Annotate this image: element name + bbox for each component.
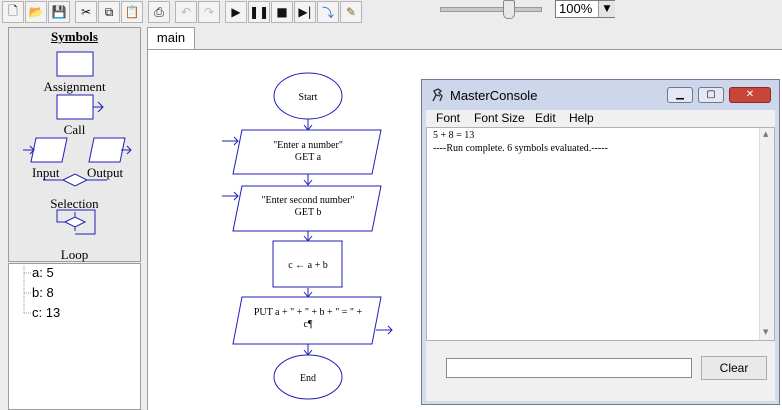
end-label: End bbox=[300, 373, 316, 384]
flow-arrow bbox=[303, 231, 313, 242]
pause-button[interactable]: ❚❚ bbox=[248, 1, 270, 23]
output-symbol[interactable] bbox=[88, 137, 126, 163]
loop-label: Loop bbox=[60, 247, 89, 262]
pen-icon: ✎ bbox=[345, 5, 357, 19]
pen-button[interactable]: ✎ bbox=[340, 1, 362, 23]
raptor-logo-icon bbox=[432, 88, 443, 102]
loop-symbol[interactable] bbox=[63, 216, 87, 228]
save-icon: 💾 bbox=[51, 5, 67, 19]
console-output[interactable]: 5 + 8 = 13 ----Run complete. 6 symbols e… bbox=[426, 127, 775, 341]
tab-main[interactable]: main bbox=[147, 27, 195, 49]
flow-arrow bbox=[303, 119, 313, 131]
variable-item[interactable]: b: 8 bbox=[32, 285, 54, 300]
chevron-down-icon[interactable]: ▼ bbox=[598, 1, 615, 17]
step-icon: ▶| bbox=[298, 5, 312, 19]
variable-item[interactable]: c: 13 bbox=[32, 305, 60, 320]
symbols-panel: Symbols Assignment Call Input Output Sel… bbox=[8, 27, 141, 262]
assignment-label: Assignment bbox=[43, 79, 106, 94]
redo-icon: ↷ bbox=[203, 5, 215, 19]
flow-arrow bbox=[303, 344, 313, 356]
input-arrow-icon bbox=[222, 191, 239, 201]
input-symbol[interactable] bbox=[30, 137, 68, 163]
redo-button[interactable]: ↷ bbox=[198, 1, 220, 23]
input-arrow-icon bbox=[23, 145, 35, 155]
scroll-down-icon[interactable]: ▼ bbox=[763, 328, 768, 336]
speed-slider-thumb[interactable] bbox=[502, 0, 515, 19]
menu-edit[interactable]: Edit bbox=[535, 111, 556, 125]
variable-item[interactable]: a: 5 bbox=[32, 265, 54, 280]
save-button[interactable]: 💾 bbox=[48, 1, 70, 23]
console-menubar: Font Font Size Edit Help bbox=[426, 110, 775, 127]
call-label: Call bbox=[63, 122, 86, 137]
symbol-shapes bbox=[23, 51, 132, 235]
copy-button[interactable]: ⧉ bbox=[98, 1, 120, 23]
close-button[interactable]: ✕ bbox=[729, 87, 771, 103]
toolbar: 🗋 📂 💾 ✂ ⧉ 📋 ⎙ ↶ ↷ ▶ ❚❚ ■ ▶| ⤵ ✎ 100% ▼ bbox=[0, 0, 782, 25]
assignment-symbol[interactable] bbox=[56, 51, 94, 77]
step-into-icon: ⤵ bbox=[321, 5, 334, 20]
input-b-var: GET b bbox=[295, 207, 322, 218]
console-title: MasterConsole bbox=[450, 88, 538, 103]
stop-button[interactable]: ■ bbox=[271, 1, 293, 23]
input-a-prompt: "Enter a number" bbox=[273, 140, 343, 151]
paste-button[interactable]: 📋 bbox=[121, 1, 143, 23]
undo-icon: ↶ bbox=[180, 5, 192, 19]
paste-icon: 📋 bbox=[124, 5, 140, 19]
menu-font-size[interactable]: Font Size bbox=[474, 111, 525, 125]
assignment-text: c ← a + b bbox=[288, 260, 328, 271]
call-arrow-icon bbox=[93, 101, 104, 113]
flow-arrow bbox=[303, 288, 313, 298]
start-label: Start bbox=[299, 92, 318, 103]
pause-icon: ❚❚ bbox=[248, 5, 270, 19]
console-output-line: 5 + 8 = 13 bbox=[433, 130, 475, 141]
maximize-button[interactable]: ▢ bbox=[698, 87, 724, 103]
console-output-line: ----Run complete. 6 symbols evaluated.--… bbox=[433, 143, 608, 154]
output-text-line2: c¶ bbox=[304, 319, 313, 330]
print-button[interactable]: ⎙ bbox=[148, 1, 170, 23]
copy-icon: ⧉ bbox=[104, 4, 114, 19]
menu-help[interactable]: Help bbox=[569, 111, 594, 125]
maximize-icon: ▢ bbox=[706, 89, 716, 100]
open-folder-button[interactable]: 📂 bbox=[25, 1, 47, 23]
run-button[interactable]: ▶ bbox=[225, 1, 247, 23]
console-bottom-bar: Clear bbox=[426, 341, 775, 401]
new-file-button[interactable]: 🗋 bbox=[2, 1, 24, 23]
input-b-prompt: "Enter second number" bbox=[261, 195, 354, 206]
master-console-window: MasterConsole ▁ ▢ ✕ Font Font Size Edit … bbox=[421, 79, 780, 405]
cut-button[interactable]: ✂ bbox=[75, 1, 97, 23]
play-icon: ▶ bbox=[231, 5, 241, 19]
console-titlebar[interactable]: MasterConsole ▁ ▢ ✕ bbox=[422, 80, 779, 110]
console-scrollbar[interactable]: ▲ ▼ bbox=[759, 128, 774, 340]
selection-symbol[interactable] bbox=[61, 173, 89, 187]
flow-arrow bbox=[303, 174, 313, 186]
input-arrow-icon bbox=[222, 136, 239, 146]
stop-icon: ■ bbox=[276, 5, 288, 19]
input-label: Input bbox=[32, 165, 60, 180]
console-input[interactable] bbox=[446, 358, 692, 378]
scroll-up-icon[interactable]: ▲ bbox=[763, 130, 768, 138]
undo-button[interactable]: ↶ bbox=[175, 1, 197, 23]
step-button[interactable]: ▶| bbox=[294, 1, 316, 23]
output-text-line1: PUT a + " + " + b + " = " + bbox=[254, 307, 363, 318]
open-folder-icon: 📂 bbox=[28, 5, 44, 19]
menu-font[interactable]: Font bbox=[436, 111, 460, 125]
zoom-value: 100% bbox=[559, 1, 593, 16]
close-icon: ✕ bbox=[745, 89, 755, 100]
output-label: Output bbox=[87, 165, 124, 180]
minimize-button[interactable]: ▁ bbox=[667, 87, 693, 103]
selection-label: Selection bbox=[50, 196, 99, 211]
print-icon: ⎙ bbox=[154, 4, 164, 19]
output-arrow-icon bbox=[376, 325, 393, 335]
clear-button[interactable]: Clear bbox=[701, 356, 767, 380]
speed-slider-track[interactable] bbox=[440, 7, 542, 12]
input-a-var: GET a bbox=[295, 152, 322, 163]
call-symbol[interactable] bbox=[56, 94, 94, 120]
variables-tree: a: 5 b: 8 c: 13 bbox=[8, 263, 141, 410]
new-file-icon: 🗋 bbox=[8, 3, 18, 18]
step-into-button[interactable]: ⤵ bbox=[317, 1, 339, 23]
cut-icon: ✂ bbox=[80, 5, 92, 19]
minimize-icon: ▁ bbox=[676, 89, 684, 100]
